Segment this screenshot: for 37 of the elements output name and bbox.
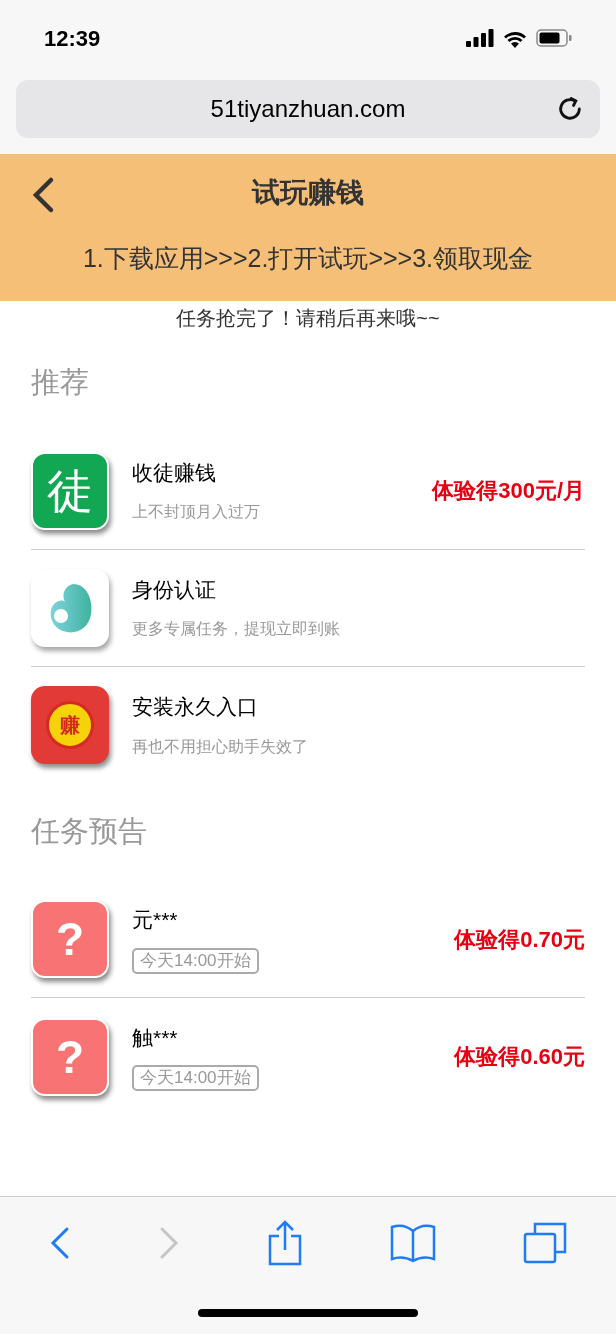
item-title: 收徒赚钱	[132, 459, 217, 486]
list-item[interactable]: ? 触*** 今天14:00开始 体验得0.60元	[31, 998, 585, 1115]
tabs-icon[interactable]	[522, 1222, 567, 1264]
start-time-tag: 今天14:00开始	[132, 947, 259, 974]
notice-text: 任务抢完了！请稍后再来哦~~	[175, 306, 441, 331]
list-item[interactable]: 徒 收徒赚钱 上不封顶月入过万 体验得300元/月	[31, 432, 585, 550]
reward-text: 体验得300元/月	[432, 477, 585, 505]
battery-icon	[536, 29, 572, 47]
reward-text: 体验得0.60元	[454, 1043, 585, 1071]
list-item[interactable]: ? 元*** 今天14:00开始 体验得0.70元	[31, 881, 585, 998]
back-icon[interactable]	[30, 176, 56, 214]
app-icon: 赚	[31, 686, 109, 764]
section-title: 推荐	[30, 365, 90, 400]
app-icon	[31, 568, 109, 647]
section-title: 任务预告	[30, 813, 148, 849]
item-subtitle: 再也不用担心助手失效了	[132, 736, 309, 757]
steps-text: 1.下载应用>>>2.打开试玩>>>3.领取现金	[82, 243, 534, 274]
reward-text: 体验得0.70元	[454, 925, 585, 954]
list-item[interactable]: 赚 安装永久入口 再也不用担心助手失效了	[31, 666, 585, 784]
app-icon: ?	[31, 900, 109, 978]
reload-icon[interactable]	[556, 95, 584, 123]
share-icon[interactable]	[267, 1220, 303, 1266]
address-bar[interactable]: 51tiyanzhuan.com	[16, 80, 600, 138]
app-icon: 徒	[31, 451, 109, 530]
page-title: 试玩赚钱	[252, 176, 364, 210]
item-title: 触***	[132, 1024, 179, 1051]
bookmarks-icon[interactable]	[389, 1223, 436, 1263]
app-icon: ?	[31, 1017, 109, 1096]
item-subtitle: 更多专属任务，提现立即到账	[132, 619, 341, 640]
start-time-tag: 今天14:00开始	[132, 1065, 259, 1092]
item-title: 身份认证	[132, 576, 217, 603]
list-item[interactable]: 身份认证 更多专属任务，提现立即到账	[31, 549, 585, 667]
item-title: 元***	[132, 907, 179, 934]
status-time: 12:39	[44, 25, 101, 53]
item-subtitle: 上不封顶月入过万	[132, 502, 261, 523]
item-title: 安装永久入口	[132, 694, 259, 721]
signal-icon	[466, 29, 494, 47]
